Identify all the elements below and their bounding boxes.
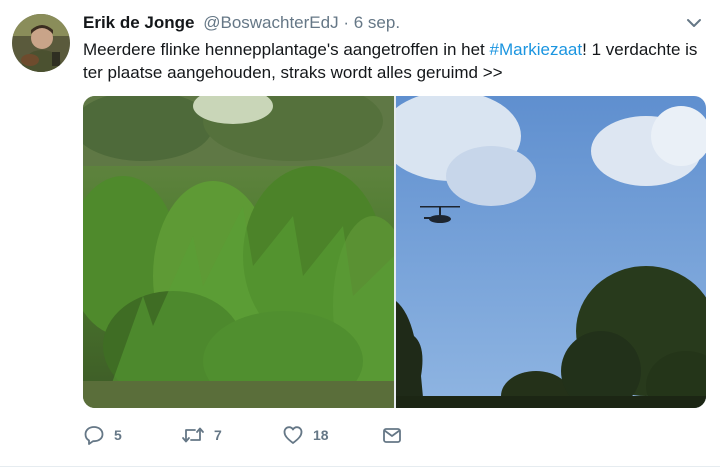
photo-helicopter-sky[interactable] <box>381 96 706 408</box>
photo-hemp-plantation[interactable] <box>83 96 413 408</box>
retweet-icon <box>181 424 205 446</box>
envelope-icon <box>381 424 403 446</box>
reply-button[interactable]: 5 <box>83 420 122 450</box>
hashtag-link[interactable]: #Markiezaat <box>490 40 583 59</box>
retweet-button[interactable]: 7 <box>181 420 222 450</box>
tweet-text: Meerdere flinke hennepplantage's aangetr… <box>83 38 703 84</box>
retweet-count: 7 <box>214 427 222 443</box>
author-name[interactable]: Erik de Jonge <box>83 13 194 32</box>
author-handle[interactable]: @BoswachterEdJ <box>203 13 338 32</box>
media-grid <box>83 96 706 408</box>
tweet-actions: 5 7 18 <box>83 420 703 450</box>
tweet-card: Erik de Jonge @BoswachterEdJ · 6 sep. Me… <box>0 0 720 472</box>
direct-message-button[interactable] <box>381 420 403 450</box>
tweet-header: Erik de Jonge @BoswachterEdJ · 6 sep. <box>83 12 400 34</box>
avatar[interactable] <box>12 14 70 72</box>
separator-dot: · <box>343 13 349 32</box>
heart-icon <box>282 424 304 446</box>
chevron-down-icon[interactable] <box>685 14 703 32</box>
like-count: 18 <box>313 427 329 443</box>
like-button[interactable]: 18 <box>282 420 329 450</box>
tweet-date[interactable]: 6 sep. <box>354 13 400 32</box>
tweet-text-part1: Meerdere flinke hennepplantage's aangetr… <box>83 40 490 59</box>
divider <box>0 466 720 467</box>
reply-icon <box>83 424 105 446</box>
reply-count: 5 <box>114 427 122 443</box>
